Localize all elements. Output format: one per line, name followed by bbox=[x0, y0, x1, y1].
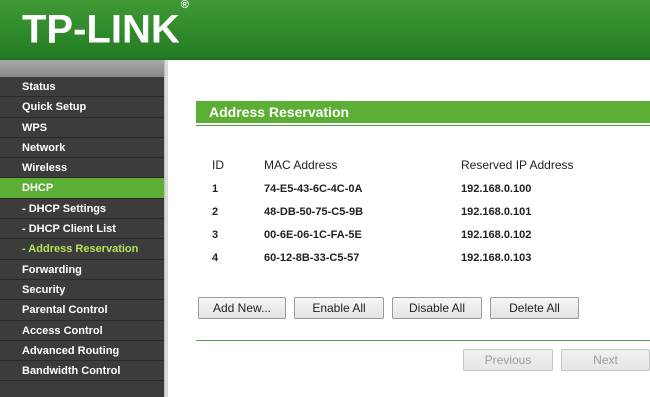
sidebar-item-security[interactable]: Security bbox=[0, 279, 164, 301]
row-id: 4 bbox=[212, 251, 219, 264]
sidebar-item-forwarding[interactable]: Forwarding bbox=[0, 259, 164, 280]
buttons-divider bbox=[196, 340, 650, 341]
disable-all-button[interactable]: Disable All bbox=[392, 297, 482, 319]
sidebar-item-dhcp[interactable]: DHCP bbox=[0, 178, 164, 199]
column-header-ip: Reserved IP Address bbox=[461, 158, 574, 172]
row-id: 3 bbox=[212, 228, 219, 241]
column-header-mac: MAC Address bbox=[264, 158, 338, 172]
reservation-table: ID MAC Address Reserved IP Address 1 74-… bbox=[212, 153, 601, 269]
main-content: Address Reservation ID MAC Address Reser… bbox=[168, 60, 650, 397]
page-title: Address Reservation bbox=[196, 101, 650, 123]
table-header-row: ID MAC Address Reserved IP Address bbox=[212, 153, 601, 177]
sidebar-item-quick-setup[interactable]: Quick Setup bbox=[0, 97, 164, 118]
row-mac: 60-12-8B-33-C5-57 bbox=[264, 251, 360, 264]
sidebar-item-bandwidth-control[interactable]: Bandwidth Control bbox=[0, 361, 164, 382]
previous-button[interactable]: Previous bbox=[463, 349, 553, 371]
row-id: 1 bbox=[212, 182, 219, 195]
sidebar-menu: Status Quick Setup WPS Network Wireless … bbox=[0, 60, 164, 397]
sidebar-item-network[interactable]: Network bbox=[0, 137, 164, 159]
tp-link-logo: TP-LINK® bbox=[22, 0, 189, 51]
column-header-id: ID bbox=[212, 158, 224, 172]
table-row: 3 00-6E-06-1C-FA-5E 192.168.0.102 bbox=[212, 223, 601, 246]
enable-all-button[interactable]: Enable All bbox=[294, 297, 384, 319]
table-row: 1 74-E5-43-6C-4C-0A 192.168.0.100 bbox=[212, 177, 601, 200]
sidebar-top-strip bbox=[0, 60, 164, 77]
table-row: 2 48-DB-50-75-C5-9B 192.168.0.101 bbox=[212, 200, 601, 223]
header-bar: TP-LINK® bbox=[0, 0, 650, 60]
row-mac: 48-DB-50-75-C5-9B bbox=[264, 205, 364, 218]
row-ip: 192.168.0.102 bbox=[461, 228, 532, 241]
row-ip: 192.168.0.103 bbox=[461, 251, 532, 264]
sidebar-item-wps[interactable]: WPS bbox=[0, 117, 164, 138]
sidebar-item-dhcp-client-list[interactable]: - DHCP Client List bbox=[0, 219, 164, 240]
sidebar-item-dhcp-settings[interactable]: - DHCP Settings bbox=[0, 198, 164, 220]
add-new-button[interactable]: Add New... bbox=[198, 297, 286, 319]
row-ip: 192.168.0.100 bbox=[461, 182, 532, 195]
row-mac: 74-E5-43-6C-4C-0A bbox=[264, 182, 363, 195]
sidebar-item-status[interactable]: Status bbox=[0, 77, 164, 98]
logo-text: TP-LINK bbox=[22, 7, 180, 52]
next-button[interactable]: Next bbox=[561, 349, 650, 371]
sidebar-item-advanced-routing[interactable]: Advanced Routing bbox=[0, 340, 164, 362]
row-ip: 192.168.0.101 bbox=[461, 205, 532, 218]
title-underline bbox=[196, 125, 650, 126]
sidebar-item-wireless[interactable]: Wireless bbox=[0, 158, 164, 179]
row-mac: 00-6E-06-1C-FA-5E bbox=[264, 228, 362, 241]
row-id: 2 bbox=[212, 205, 219, 218]
delete-all-button[interactable]: Delete All bbox=[490, 297, 579, 319]
sidebar-item-address-reservation[interactable]: - Address Reservation bbox=[0, 239, 164, 260]
sidebar-item-access-control[interactable]: Access Control bbox=[0, 320, 164, 341]
trademark-mark: ® bbox=[180, 0, 189, 11]
sidebar-item-parental-control[interactable]: Parental Control bbox=[0, 300, 164, 321]
table-row: 4 60-12-8B-33-C5-57 192.168.0.103 bbox=[212, 246, 601, 269]
